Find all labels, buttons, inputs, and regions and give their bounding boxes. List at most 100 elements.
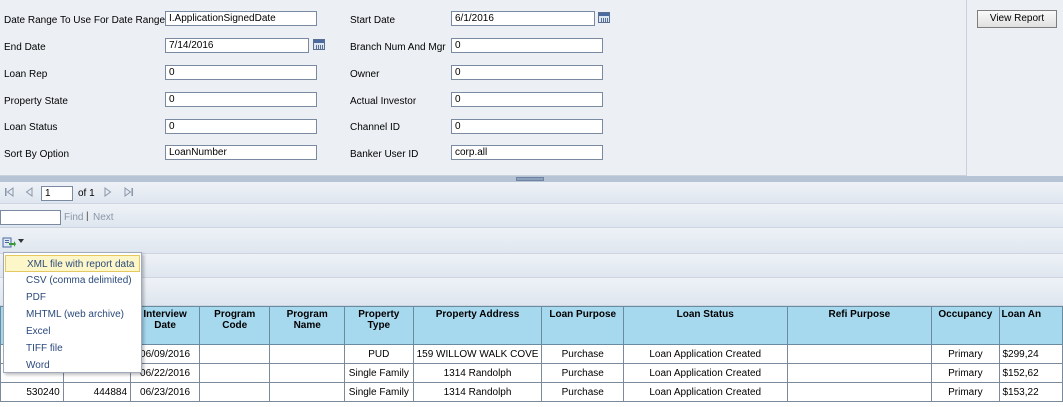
actual-investor-input[interactable]: 0 [451,92,603,107]
banker-label: Banker User ID [350,149,419,160]
find-input[interactable] [0,210,61,225]
end-date-input[interactable]: 7/14/2016 [165,38,309,53]
table-cell: 444884 [62,382,132,402]
previous-page-icon[interactable] [25,187,33,200]
column-header-loan-status[interactable]: Loan Status [623,306,788,345]
property-state-input[interactable]: 0 [165,92,317,107]
start-date-label: Start Date [350,15,396,26]
report-table-region: Interview Date Program Code Program Name… [0,306,1063,407]
column-header-loan-purpose[interactable]: Loan Purpose [541,306,624,345]
channel-label: Channel ID [350,122,401,133]
menu-item-word[interactable]: Word [5,357,140,374]
find-link[interactable]: Find [64,212,83,223]
end-date-calendar-icon[interactable] [313,39,325,50]
table-cell: 159 WILLOW WALK COVE [412,344,543,364]
find-toolbar [0,204,1063,228]
pager-toolbar [0,182,1063,204]
table-cell: Loan Application Created [623,382,788,402]
table-cell [786,382,933,402]
export-format-menu: XML file with report data CSV (comma del… [3,252,142,373]
table-cell [269,382,346,402]
report-table: Interview Date Program Code Program Name… [0,306,1063,402]
export-button[interactable] [2,234,24,250]
table-row: 06/09/2016 PUD 159 WILLOW WALK COVE Purc… [0,344,1063,364]
table-cell [199,344,271,364]
menu-item-csv[interactable]: CSV (comma delimited) [5,272,140,289]
menu-item-xml[interactable]: XML file with report data [5,255,140,272]
owner-input[interactable]: 0 [451,65,603,80]
sort-by-label: Sort By Option [4,149,70,160]
last-page-icon[interactable] [124,187,134,200]
table-row: 530240 444884 06/23/2016 Single Family 1… [0,382,1063,402]
table-cell: PUD [344,344,414,364]
first-page-icon[interactable] [4,187,14,200]
table-cell: $152,62 [998,363,1063,383]
sort-by-input[interactable]: LoanNumber [165,145,317,160]
table-cell: Loan Application Created [623,363,788,383]
table-cell: Loan Application Created [623,344,788,364]
find-separator: | [86,211,89,222]
table-cell [269,363,346,383]
next-page-icon[interactable] [104,187,112,200]
export-toolbar [0,228,1063,254]
table-cell: $153,22 [998,382,1063,402]
table-cell: $299,24 [998,344,1063,364]
start-date-calendar-icon[interactable] [598,12,610,23]
table-cell: Purchase [541,382,624,402]
menu-item-pdf[interactable]: PDF [5,289,140,306]
toolbar-band [0,278,1063,306]
table-cell: Purchase [541,344,624,364]
table-header-row: Interview Date Program Code Program Name… [0,306,1063,345]
owner-label: Owner [350,69,380,80]
banker-input[interactable]: corp.all [451,145,603,160]
column-header-property-type[interactable]: Property Type [344,306,414,345]
menu-item-excel[interactable]: Excel [5,323,140,340]
table-cell [269,344,346,364]
branch-input[interactable]: 0 [451,38,603,53]
parameter-panel: Date Range To Use For Date Range I.Appli… [0,0,1063,176]
actual-investor-label: Actual Investor [350,96,417,107]
loan-rep-label: Loan Rep [4,69,48,80]
channel-input[interactable]: 0 [451,119,603,134]
table-cell [786,363,933,383]
loan-status-input[interactable]: 0 [165,119,317,134]
property-state-label: Property State [4,96,68,107]
loan-rep-input[interactable]: 0 [165,65,317,80]
table-cell: Single Family [344,363,414,383]
loan-status-label: Loan Status [4,122,58,133]
table-cell: Primary [931,363,1000,383]
date-range-label: Date Range To Use For Date Range [4,15,166,26]
page-count-label: of 1 [78,188,95,199]
table-cell: Purchase [541,363,624,383]
table-cell: 530240 [0,382,64,402]
column-header-occupancy[interactable]: Occupancy [931,306,1000,345]
table-cell: Primary [931,382,1000,402]
table-cell [199,382,271,402]
end-date-label: End Date [4,42,46,53]
splitter-grip[interactable] [516,177,544,181]
column-header-program-name[interactable]: Program Name [269,306,346,345]
table-cell: 1314 Randolph [412,382,543,402]
table-cell: 1314 Randolph [412,363,543,383]
column-header-program-code[interactable]: Program Code [199,306,271,345]
branch-label: Branch Num And Mgr [350,42,446,53]
date-range-input[interactable]: I.ApplicationSignedDate [165,11,317,26]
next-link[interactable]: Next [93,212,114,223]
start-date-input[interactable]: 6/1/2016 [451,11,595,26]
table-cell [786,344,933,364]
toolbar-band [0,254,1063,278]
column-header-property-address[interactable]: Property Address [412,306,543,345]
table-row: 06/22/2016 Single Family 1314 Randolph P… [0,363,1063,383]
column-header-loan-amount[interactable]: Loan An [998,306,1063,345]
table-cell: Single Family [344,382,414,402]
export-icon [2,235,16,249]
table-cell [199,363,271,383]
table-cell: Primary [931,344,1000,364]
menu-item-tiff[interactable]: TIFF file [5,340,140,357]
chevron-down-icon [18,239,24,243]
table-cell: 06/23/2016 [130,382,201,402]
view-report-button[interactable]: View Report [977,10,1057,28]
menu-item-mhtml[interactable]: MHTML (web archive) [5,306,140,323]
column-header-refi-purpose[interactable]: Refi Purpose [786,306,933,345]
page-number-input[interactable]: 1 [41,186,73,201]
